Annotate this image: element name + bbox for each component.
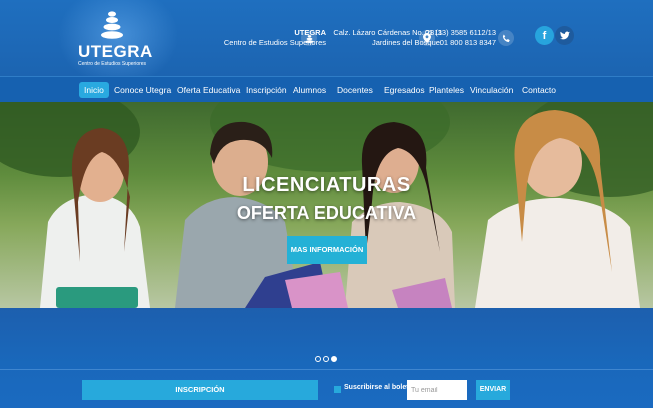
logo-subtitle: Centro de Estudios Superiores <box>77 61 147 67</box>
hero-title-line-2: OFERTA EDUCATIVA <box>236 203 417 223</box>
nav-vinculacion[interactable]: Vinculación <box>465 82 518 98</box>
slider-dot-2[interactable] <box>323 356 329 362</box>
campus-icon <box>301 30 317 46</box>
hero-slider[interactable]: LICENCIATURAS OFERTA EDUCATIVA <box>0 102 653 308</box>
logo-text: UTEGRA <box>78 42 153 61</box>
nav-inicio[interactable]: Inicio <box>79 82 109 98</box>
footer-divider <box>0 369 653 370</box>
newsletter-checkbox[interactable] <box>334 386 341 393</box>
newsletter-label: Suscribirse al boletín <box>344 384 415 391</box>
email-input[interactable] <box>407 380 467 400</box>
nav-contacto[interactable]: Contacto <box>517 82 561 98</box>
hero-title-line-1: LICENCIATURAS <box>242 174 411 196</box>
header-phones: 01 (33) 3585 6112/13 01 800 813 8347 <box>420 28 496 48</box>
nav-inscripcion[interactable]: Inscripción <box>241 82 292 98</box>
site-header: UTEGRA Centro de Estudios Superiores UTE… <box>0 0 653 86</box>
phone-line-2: 01 800 813 8347 <box>439 38 496 47</box>
nav-egresados[interactable]: Egresados <box>379 82 430 98</box>
slider-dots <box>315 356 337 362</box>
nav-planteles[interactable]: Planteles <box>424 82 469 98</box>
nav-alumnos[interactable]: Alumnos <box>288 82 331 98</box>
main-nav: Inicio Conoce Utegra Oferta Educativa In… <box>0 76 653 103</box>
slider-dot-3[interactable] <box>331 356 337 362</box>
logo-stones-icon <box>101 11 123 39</box>
inscripcion-button[interactable]: INSCRIPCIÓN <box>82 380 318 400</box>
nav-docentes[interactable]: Docentes <box>332 82 378 98</box>
nav-oferta-educativa[interactable]: Oferta Educativa <box>172 82 245 98</box>
facebook-icon[interactable]: f <box>535 26 554 45</box>
phone-line-1: 01 (33) 3585 6112/13 <box>424 28 496 37</box>
phone-icon <box>498 30 514 46</box>
more-info-button[interactable]: MAS INFORMACIÓN <box>287 236 367 264</box>
send-button[interactable]: ENVIAR <box>476 380 510 400</box>
logo[interactable]: UTEGRA Centro de Estudios Superiores <box>72 6 152 72</box>
slider-dot-1[interactable] <box>315 356 321 362</box>
twitter-icon[interactable] <box>555 26 574 45</box>
nav-conoce-utegra[interactable]: Conoce Utegra <box>109 82 176 98</box>
